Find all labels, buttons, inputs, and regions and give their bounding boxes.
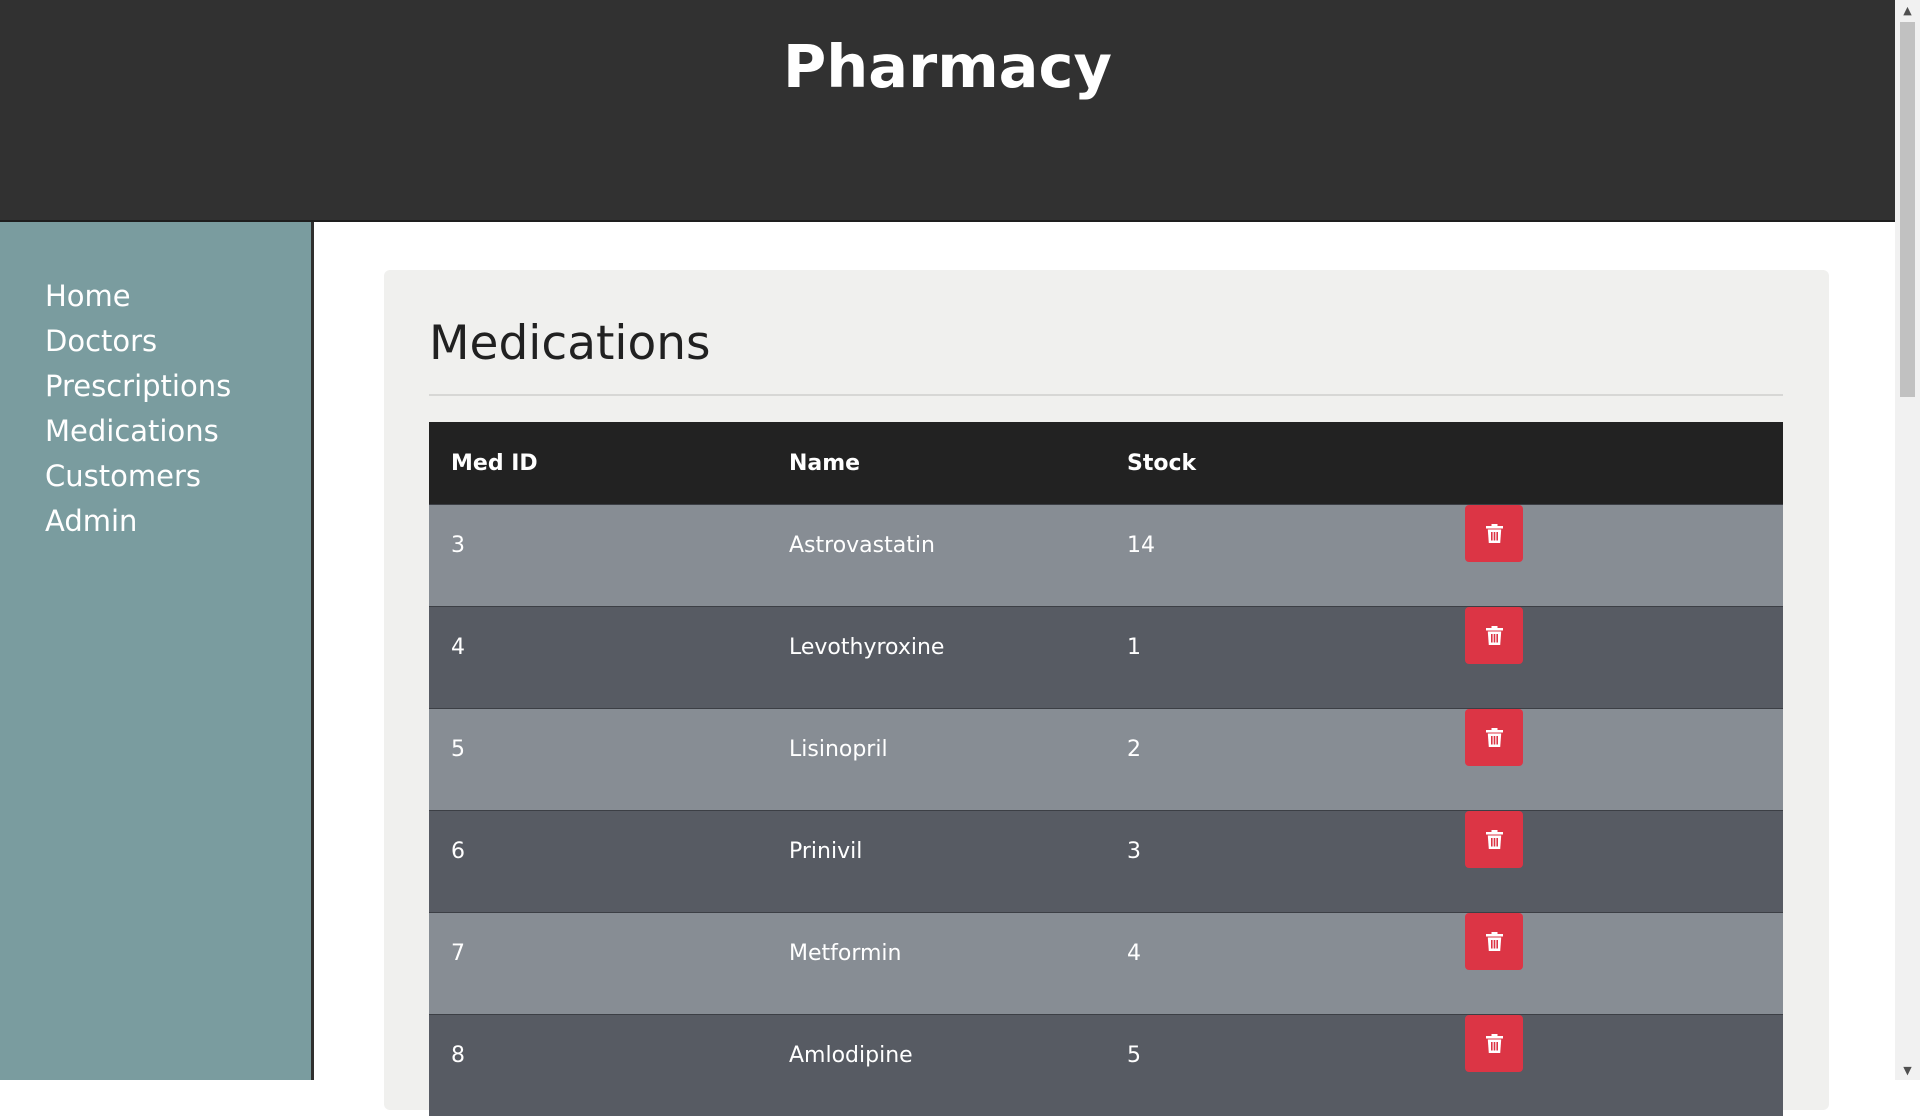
delete-button[interactable] [1465,913,1523,970]
cell-stock: 2 [1105,709,1443,811]
trash-icon [1486,524,1503,543]
sidebar-nav: Home Doctors Prescriptions Medications C… [0,222,311,544]
cell-stock: 3 [1105,811,1443,913]
sidebar: Home Doctors Prescriptions Medications C… [0,222,314,1080]
title-divider [429,394,1783,396]
table-row: 5 Lisinopril 2 [429,709,1783,811]
table-row: 6 Prinivil 3 [429,811,1783,913]
trash-icon [1486,932,1503,951]
cell-stock: 14 [1105,505,1443,607]
cell-name: Lisinopril [767,709,1105,811]
delete-button[interactable] [1465,811,1523,868]
main-content: Medications Med ID Name Stock 3 [317,222,1895,1080]
table-row: 7 Metformin 4 [429,913,1783,1015]
scroll-up-arrow-icon[interactable]: ▲ [1895,0,1920,20]
cell-med-id: 6 [429,811,767,913]
column-header-med-id: Med ID [429,422,767,505]
medications-panel: Medications Med ID Name Stock 3 [384,270,1829,1110]
scrollbar-thumb[interactable] [1900,22,1915,397]
cell-stock: 4 [1105,913,1443,1015]
cell-name: Metformin [767,913,1105,1015]
sidebar-item-medications[interactable]: Medications [45,409,311,454]
trash-icon [1486,626,1503,645]
sidebar-item-doctors[interactable]: Doctors [45,319,311,364]
sidebar-item-prescriptions[interactable]: Prescriptions [45,364,311,409]
cell-name: Prinivil [767,811,1105,913]
cell-name: Amlodipine [767,1015,1105,1116]
table-row: 3 Astrovastatin 14 [429,505,1783,607]
sidebar-item-admin[interactable]: Admin [45,499,311,544]
cell-actions [1443,811,1783,913]
cell-name: Levothyroxine [767,607,1105,709]
trash-icon [1486,728,1503,747]
cell-med-id: 4 [429,607,767,709]
cell-med-id: 3 [429,505,767,607]
trash-icon [1486,1034,1503,1053]
column-header-stock: Stock [1105,422,1443,505]
vertical-scrollbar[interactable]: ▲ ▼ [1895,0,1920,1080]
cell-stock: 1 [1105,607,1443,709]
cell-actions [1443,607,1783,709]
table-row: 8 Amlodipine 5 [429,1015,1783,1116]
cell-stock: 5 [1105,1015,1443,1116]
delete-button[interactable] [1465,505,1523,562]
cell-actions [1443,1015,1783,1116]
cell-name: Astrovastatin [767,505,1105,607]
delete-button[interactable] [1465,1015,1523,1072]
cell-med-id: 7 [429,913,767,1015]
site-title: Pharmacy [0,32,1895,101]
page-title: Medications [429,316,711,371]
trash-icon [1486,830,1503,849]
cell-actions [1443,709,1783,811]
sidebar-item-home[interactable]: Home [45,274,311,319]
sidebar-item-customers[interactable]: Customers [45,454,311,499]
cell-med-id: 8 [429,1015,767,1116]
cell-actions [1443,913,1783,1015]
medications-table: Med ID Name Stock 3 Astrovastatin 14 [429,422,1783,1116]
column-header-name: Name [767,422,1105,505]
cell-actions [1443,505,1783,607]
cell-med-id: 5 [429,709,767,811]
table-header-row: Med ID Name Stock [429,422,1783,505]
site-header: Pharmacy [0,0,1895,222]
column-header-actions [1443,422,1783,505]
delete-button[interactable] [1465,607,1523,664]
delete-button[interactable] [1465,709,1523,766]
table-row: 4 Levothyroxine 1 [429,607,1783,709]
scroll-down-arrow-icon[interactable]: ▼ [1895,1060,1920,1080]
